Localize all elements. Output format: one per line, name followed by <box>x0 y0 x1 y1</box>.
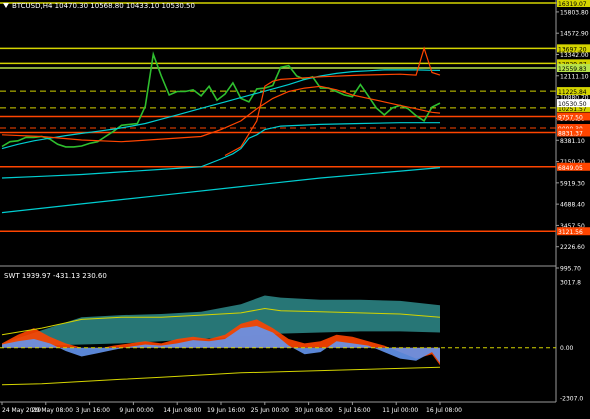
time-axis: 24 May 201929 May 08:00 3 Jun 16:00 9 Jun … <box>1 402 462 414</box>
price-tick-label: 4688.40 <box>560 202 585 209</box>
price-tick-label: 14572.90 <box>560 31 589 38</box>
time-tick-label: 14 Jun 08:00 <box>163 407 201 414</box>
time-tick-label: 9 Jun 00:00 <box>119 407 153 414</box>
price-level-label: 13697.20 <box>558 46 587 53</box>
price-tick-label: 5919.30 <box>560 180 585 187</box>
price-tick-label: 8381.10 <box>560 138 585 145</box>
price-level-label: 11225.84 <box>558 89 587 96</box>
price-level-label: 6849.05 <box>558 165 583 172</box>
price-level-label: 8831.37 <box>558 130 583 137</box>
price-level-label: 12559.83 <box>558 66 587 73</box>
price-level-label: 3121.56 <box>558 229 583 236</box>
price-tick-label: 15803.80 <box>560 9 589 16</box>
price-tick-label: 995.70 <box>560 266 581 273</box>
symbol-header: BTCUSD,H4 10470.30 10568.80 10433.10 105… <box>12 2 195 10</box>
price-level-label: 9757.50 <box>558 114 583 121</box>
oscillator-tick-label: -2307.0 <box>560 396 583 403</box>
time-tick-label: 29 May 08:00 <box>32 407 73 414</box>
current-price-label: 10530.50 <box>558 101 587 108</box>
trading-chart[interactable]: 16319.0715803.8014572.9013342.0012111.10… <box>0 0 590 419</box>
price-tick-label: 2226.60 <box>560 244 585 251</box>
oscillator-axis: 3017.8 0.00 -2307.0 <box>560 280 583 403</box>
time-tick-label: 30 Jun 08:00 <box>295 407 333 414</box>
oscillator-tick-label: 3017.8 <box>560 280 581 287</box>
time-tick-label: 5 Jul 16:00 <box>338 407 370 414</box>
time-tick-label: 11 Jul 00:00 <box>382 407 418 414</box>
time-tick-label: 25 Jun 00:00 <box>251 407 289 414</box>
oscillator-tick-label: 0.00 <box>560 345 574 352</box>
price-tick-label: 12111.10 <box>560 73 589 80</box>
time-tick-label: 19 Jun 16:00 <box>207 407 245 414</box>
oscillator-header: SWT 1939.97 -431.13 230.60 <box>4 272 107 280</box>
price-level-label: 16319.07 <box>558 1 587 8</box>
time-tick-label: 3 Jun 16:00 <box>76 407 110 414</box>
time-tick-label: 16 Jul 08:00 <box>426 407 462 414</box>
